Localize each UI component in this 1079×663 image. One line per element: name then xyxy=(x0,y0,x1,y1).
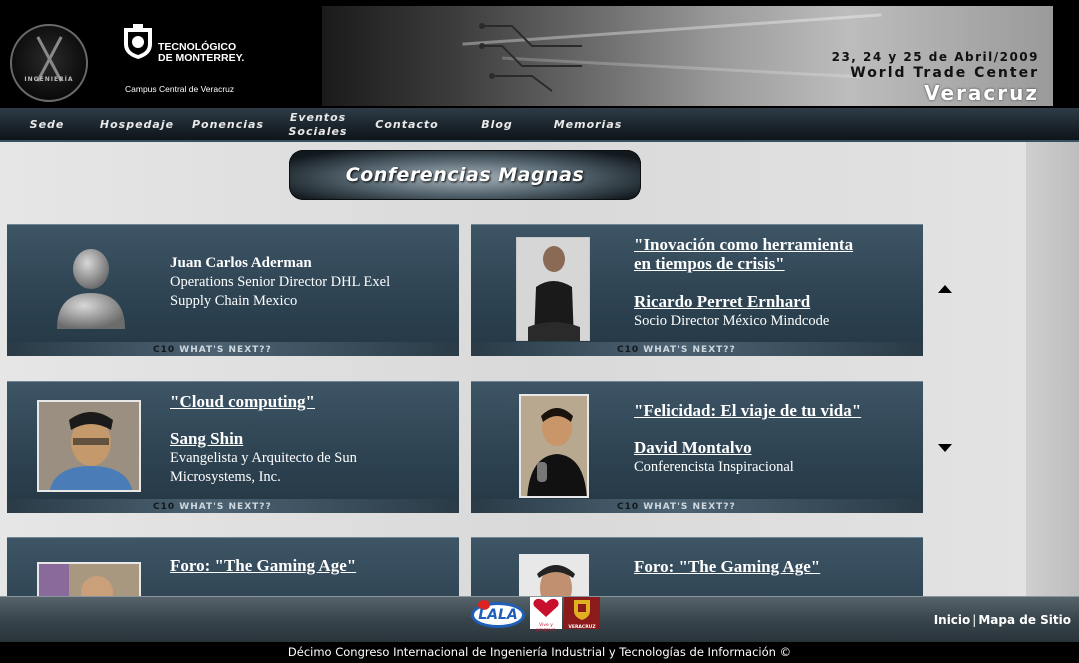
speaker-card: Juan Carlos Aderman Operations Senior Di… xyxy=(7,224,459,356)
scroll-down-arrow-icon[interactable] xyxy=(938,444,952,452)
speaker-card: "Inovación como herramienta en tiempos d… xyxy=(471,224,923,356)
campus-label: Campus Central de Veracruz xyxy=(125,84,235,94)
nav-item-hospedaje[interactable]: Hospedaje xyxy=(98,108,176,142)
tec-name: TECNOLÓGICO DE MONTERREY. xyxy=(158,42,244,64)
speaker-role: Evangelista y Arquitecto de Sun Microsys… xyxy=(170,449,357,487)
event-city: Veracruz xyxy=(924,81,1039,105)
nav-item-ponencias[interactable]: Ponencias xyxy=(188,108,268,142)
card-footer-text: C10 WHAT'S NEXT?? xyxy=(617,345,736,355)
nav-item-contacto[interactable]: Contacto xyxy=(368,108,446,142)
talk-title-link[interactable]: Foro: "The Gaming Age" xyxy=(634,557,820,576)
event-date: 23, 24 y 25 de Abril/2009 xyxy=(831,50,1039,64)
card-footer-text: C10 WHAT'S NEXT?? xyxy=(153,502,272,512)
tec-name-line2: DE MONTERREY. xyxy=(158,52,245,64)
veracruz-city-logo[interactable]: VERACRUZ xyxy=(564,597,600,630)
talk-title-line: en tiempos de crisis" xyxy=(634,254,785,273)
card-footer-text: C10 WHAT'S NEXT?? xyxy=(153,345,272,355)
city-logo-text: VERACRUZ xyxy=(568,625,596,630)
talk-title-link[interactable]: "Inovación como herramienta en tiempos d… xyxy=(634,235,853,273)
footer-separator: | xyxy=(972,613,977,627)
nav-item-label: Sociales xyxy=(288,125,348,138)
speaker-name-link[interactable]: David Montalvo xyxy=(634,438,752,458)
speaker-photo[interactable] xyxy=(37,400,141,492)
nav-item-label: Eventos xyxy=(289,111,347,124)
footer-links: Inicio | Mapa de Sitio xyxy=(934,613,1071,627)
site-header: INGENIERÍA TECNOLÓGICO DE MONTERREY. Cam… xyxy=(0,0,1079,108)
event-banner: 23, 24 y 25 de Abril/2009 World Trade Ce… xyxy=(322,6,1053,106)
forum-photo[interactable] xyxy=(519,554,589,596)
footer-code: C10 xyxy=(617,345,640,355)
speaker-role: Socio Director México Mindcode xyxy=(634,313,830,329)
speaker-name-link[interactable]: Ricardo Perret Ernhard xyxy=(634,292,810,312)
speaker-role: Operations Senior Director DHL Exel Supp… xyxy=(170,273,390,311)
speaker-photo[interactable] xyxy=(516,237,590,341)
footer-tagline: WHAT'S NEXT?? xyxy=(179,345,272,355)
forum-card: Foro: "The Gaming Age" xyxy=(7,537,459,596)
speaker-role-line: Supply Chain Mexico xyxy=(170,293,298,309)
tec-shield-icon[interactable] xyxy=(121,24,155,60)
logo-ring-text: INGENIERÍA xyxy=(24,76,74,83)
forum-photo[interactable] xyxy=(37,562,141,596)
talk-title-link[interactable]: Foro: "The Gaming Age" xyxy=(170,556,356,575)
section-header: Conferencias Magnas xyxy=(289,150,641,200)
nav-item-blog[interactable]: Blog xyxy=(474,108,520,142)
footer-link-sitemap[interactable]: Mapa de Sitio xyxy=(978,613,1071,627)
speaker-card: "Felicidad: El viaje de tu vida" David M… xyxy=(471,381,923,513)
footer-tagline: WHAT'S NEXT?? xyxy=(643,502,736,512)
speaker-role-line: Evangelista y Arquitecto de Sun xyxy=(170,450,357,466)
right-margin-band xyxy=(1026,142,1079,596)
footer-tagline: WHAT'S NEXT?? xyxy=(643,345,736,355)
default-avatar-icon xyxy=(57,249,125,329)
nav-item-eventos-sociales[interactable]: Eventos Sociales xyxy=(282,108,354,142)
speaker-name-link[interactable]: Sang Shin xyxy=(170,429,243,449)
city-shield-icon xyxy=(574,600,590,620)
footer-bar: LALA Vive y progresa VERACRUZ Inicio | Map… xyxy=(0,596,1079,642)
card-footer-text: C10 WHAT'S NEXT?? xyxy=(617,502,736,512)
forum-card: Foro: "The Gaming Age" xyxy=(471,537,923,596)
main-nav: Sede Hospedaje Ponencias Eventos Sociale… xyxy=(0,108,1079,142)
lala-logo-text: LALA xyxy=(478,607,518,623)
nav-item-sede[interactable]: Sede xyxy=(16,108,78,142)
talk-title-line: "Inovación como herramienta xyxy=(634,235,854,254)
talk-title-link[interactable]: "Felicidad: El viaje de tu vida" xyxy=(634,401,861,420)
section-title: Conferencias Magnas xyxy=(345,164,585,186)
footer-code: C10 xyxy=(153,502,176,512)
speaker-role-line: Operations Senior Director DHL Exel xyxy=(170,274,391,290)
footer-tagline: WHAT'S NEXT?? xyxy=(179,502,272,512)
footer-code: C10 xyxy=(617,502,640,512)
speaker-card: "Cloud computing" Sang Shin Evangelista … xyxy=(7,381,459,513)
congress-logo[interactable]: INGENIERÍA xyxy=(10,24,88,102)
scroll-up-arrow-icon[interactable] xyxy=(938,285,952,293)
nav-item-memorias[interactable]: Memorias xyxy=(548,108,628,142)
footer-code: C10 xyxy=(153,345,176,355)
lala-logo[interactable]: LALA xyxy=(470,597,526,629)
speaker-role: Conferencista Inspiracional xyxy=(634,459,794,475)
speaker-photo[interactable] xyxy=(519,394,589,498)
circuit-graphic xyxy=(479,23,582,92)
copyright-text: Décimo Congreso Internacional de Ingenie… xyxy=(0,643,1079,663)
footer-link-home[interactable]: Inicio xyxy=(934,613,971,627)
speaker-role-line: Microsystems, Inc. xyxy=(170,469,281,485)
main-content: Conferencias Magnas Juan Carlos Aderman … xyxy=(0,142,1079,596)
heart-icon xyxy=(533,598,559,617)
heart-sponsor-text: Vive y progresa xyxy=(536,623,556,633)
speaker-name: Juan Carlos Aderman xyxy=(170,255,312,271)
event-venue: World Trade Center xyxy=(850,65,1039,81)
talk-title-link[interactable]: "Cloud computing" xyxy=(170,392,315,411)
heart-sponsor-logo[interactable]: Vive y progresa xyxy=(530,597,562,633)
